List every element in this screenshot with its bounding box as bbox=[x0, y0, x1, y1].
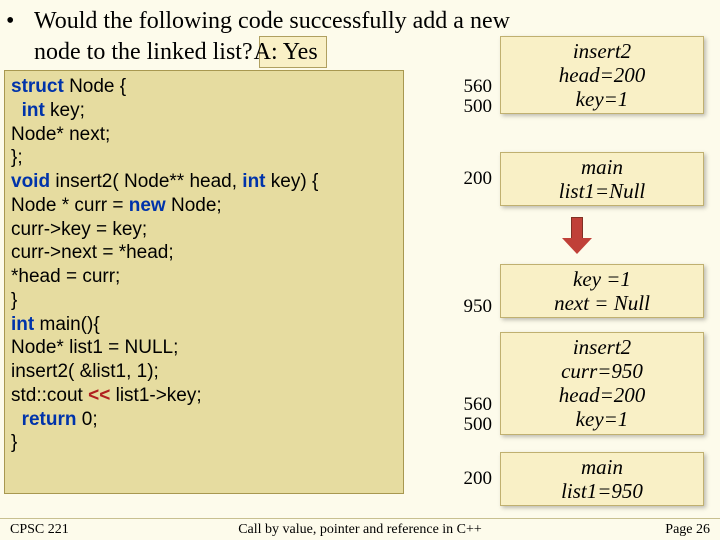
node-box: key =1 next = Null bbox=[500, 264, 704, 318]
question-text: •Would the following code successfully a… bbox=[34, 6, 710, 68]
addr-500-1: 500 bbox=[452, 96, 492, 118]
frame-main-b: main list1=950 bbox=[500, 452, 704, 506]
footer-left: CPSC 221 bbox=[10, 522, 69, 538]
footer-right: Page 26 bbox=[665, 522, 710, 538]
frame-main-a: main list1=Null bbox=[500, 152, 704, 206]
addr-560-1: 560 bbox=[452, 76, 492, 98]
addr-200-1: 200 bbox=[452, 168, 492, 190]
answer-box: A: Yes bbox=[259, 36, 327, 68]
footer: CPSC 221 Call by value, pointer and refe… bbox=[0, 518, 720, 540]
code-panel: struct Node { int key; Node* next; }; vo… bbox=[4, 70, 404, 494]
addr-950: 950 bbox=[452, 296, 492, 318]
frame-insert2-b: insert2 curr=950 head=200 key=1 bbox=[500, 332, 704, 435]
addr-200-2: 200 bbox=[452, 468, 492, 490]
bullet: • bbox=[20, 6, 34, 36]
addr-560-2: 560 bbox=[452, 394, 492, 416]
footer-center: Call by value, pointer and reference in … bbox=[0, 522, 720, 538]
down-arrow-icon bbox=[562, 217, 592, 253]
addr-500-2: 500 bbox=[452, 414, 492, 436]
